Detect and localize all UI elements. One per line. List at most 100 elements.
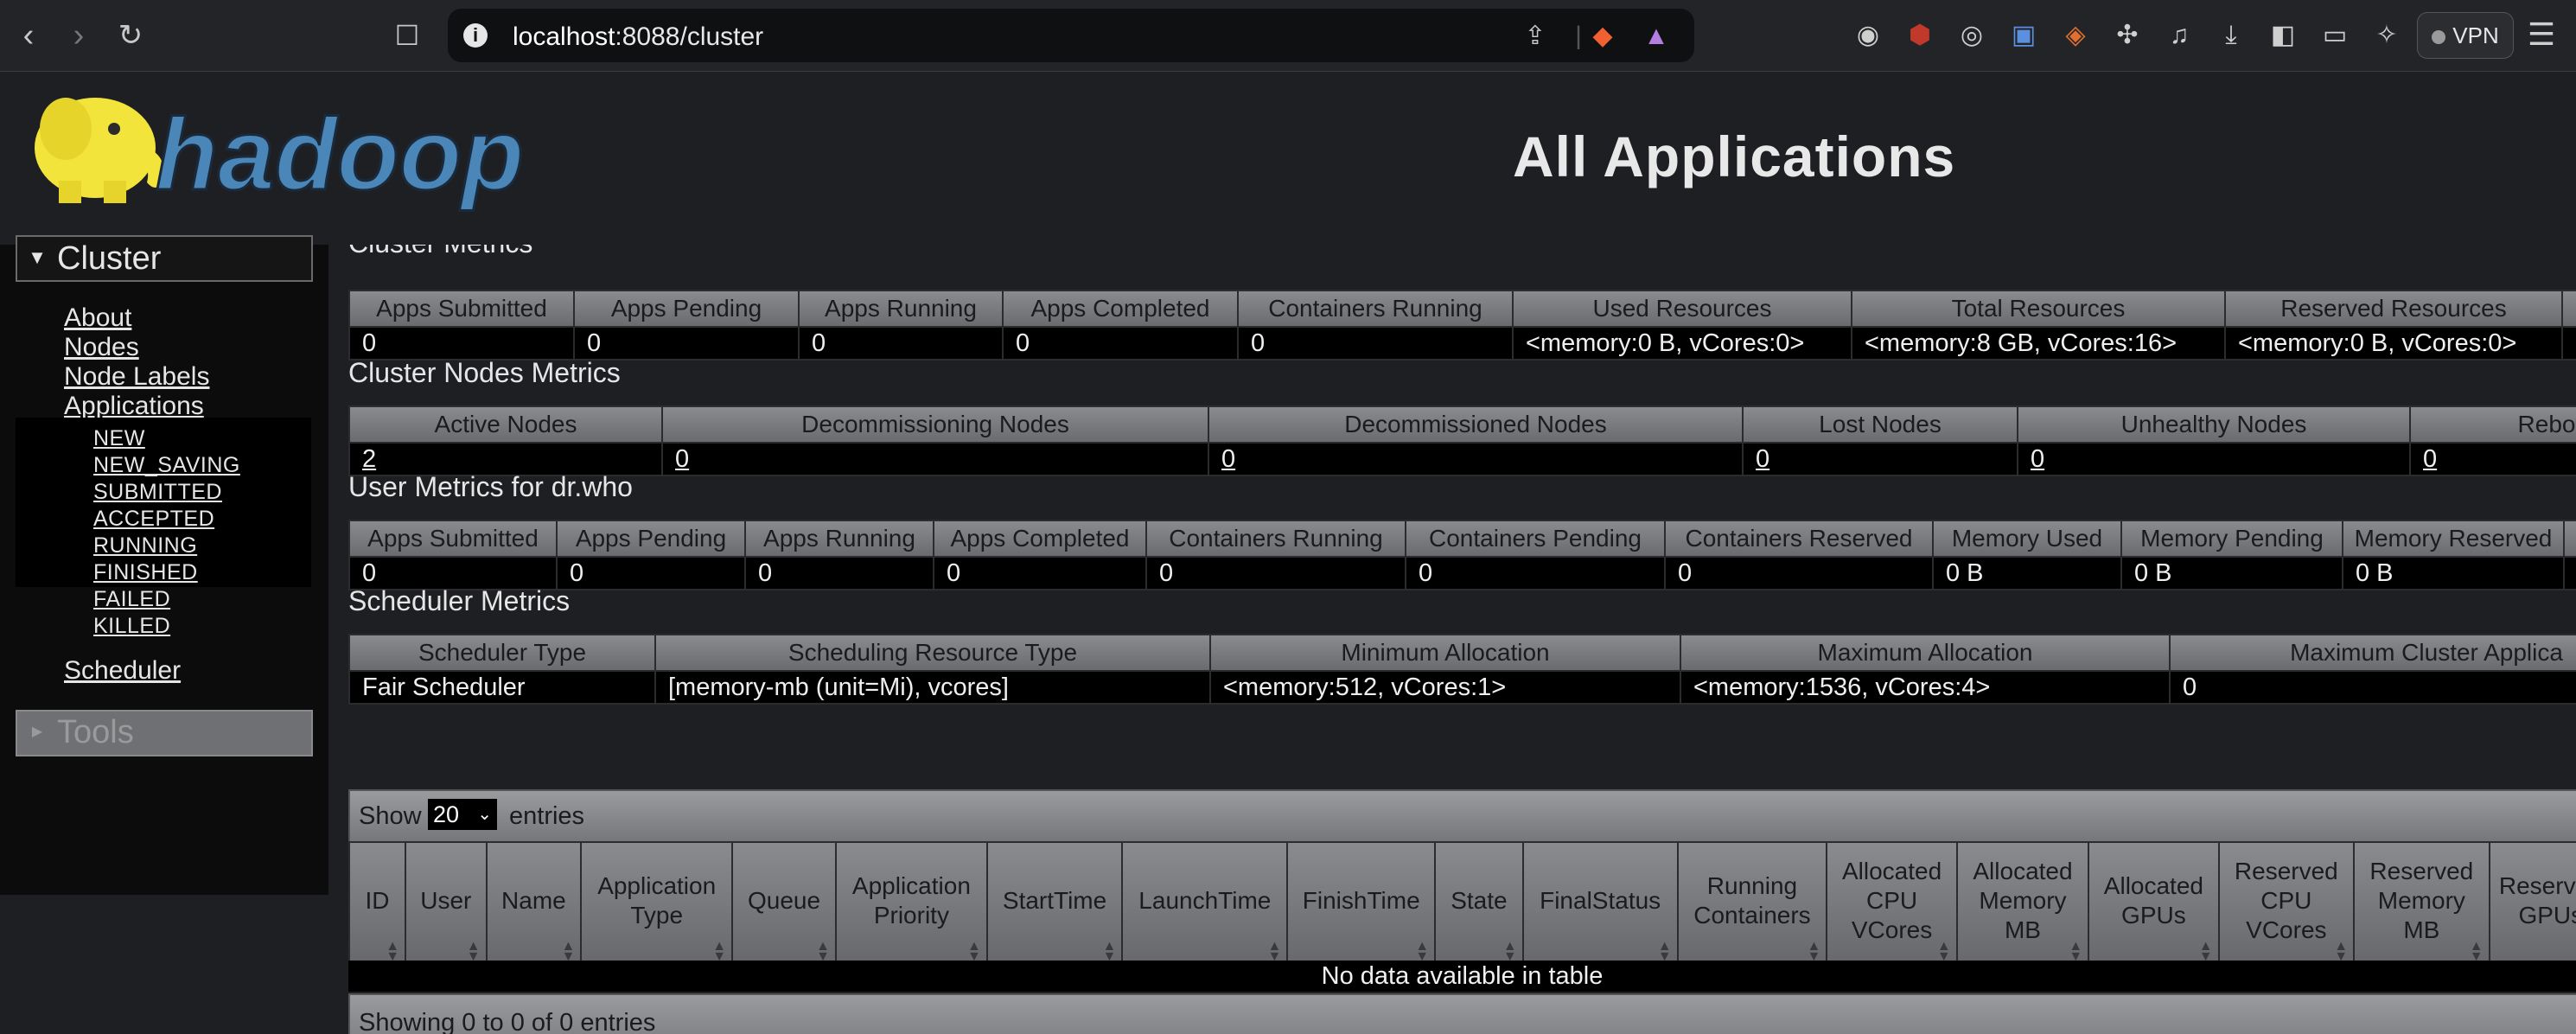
empty-table-message: No data available in table bbox=[348, 961, 2576, 992]
download-icon[interactable]: ⤓ bbox=[2215, 19, 2248, 52]
col-header-reserved-memory-mb[interactable]: Reserved Memory MB ▲ ▼ bbox=[2353, 841, 2490, 973]
col-header-name[interactable]: Name ▲ ▼ bbox=[485, 841, 583, 973]
col-header-application-type[interactable]: Application Type ▲ ▼ bbox=[580, 841, 734, 973]
music-icon[interactable]: ♫ bbox=[2163, 19, 2196, 52]
col-header-queue[interactable]: Queue ▲ ▼ bbox=[731, 841, 837, 973]
decommissioning-nodes-link[interactable]: 0 bbox=[661, 442, 1209, 476]
sort-icon: ▲ ▼ bbox=[561, 939, 576, 964]
reload-icon[interactable]: ↻ bbox=[109, 14, 152, 57]
back-icon[interactable]: ‹ bbox=[7, 14, 50, 57]
col-header-application-priority[interactable]: Application Priority ▲ ▼ bbox=[835, 841, 988, 973]
svg-text:hadoop: hadoop bbox=[156, 98, 524, 212]
wallet-icon[interactable]: ▭ bbox=[2318, 19, 2351, 52]
metric-value: <memory:512, vCores:1> bbox=[1209, 670, 1681, 705]
spy-icon[interactable]: ◎ bbox=[1955, 19, 1988, 52]
share-icon[interactable]: ⇪ bbox=[1520, 21, 1551, 52]
col-header-starttime[interactable]: StartTime ▲ ▼ bbox=[985, 841, 1124, 973]
metric-value: 0 bbox=[1664, 556, 1934, 590]
state-link-submitted[interactable]: SUBMITTED bbox=[93, 480, 222, 505]
col-header-running-containers[interactable]: Running Containers ▲ ▼ bbox=[1676, 841, 1828, 973]
save-icon[interactable]: ▣ bbox=[2007, 19, 2040, 52]
puzzle-icon[interactable]: ✣ bbox=[2111, 19, 2144, 52]
nav-link-scheduler[interactable]: Scheduler bbox=[64, 656, 181, 686]
col-header-id[interactable]: ID ▲ ▼ bbox=[348, 841, 407, 973]
cluster-section-header[interactable]: ▼ Cluster bbox=[16, 235, 313, 282]
state-link-running[interactable]: RUNNING bbox=[93, 533, 197, 558]
col-header-user[interactable]: User ▲ ▼ bbox=[405, 841, 488, 973]
decommissioned-nodes-link[interactable]: 0 bbox=[1208, 442, 1744, 476]
nav-link-applications[interactable]: Applications bbox=[64, 392, 204, 421]
metric-value: 74 bbox=[2561, 326, 2576, 361]
metric-value: 0 bbox=[1145, 556, 1406, 590]
state-link-killed[interactable]: KILLED bbox=[93, 614, 170, 639]
col-header-allocated-gpus[interactable]: Allocated GPUs ▲ ▼ bbox=[2088, 841, 2220, 973]
brave-rewards-icon[interactable]: ▲ bbox=[1641, 21, 1672, 52]
sort-icon: ▲ ▼ bbox=[1807, 939, 1821, 964]
col-header: Memory Pending bbox=[2120, 520, 2343, 558]
col-header: Total Resources bbox=[1851, 290, 2226, 328]
menu-icon[interactable]: ☰ bbox=[2524, 17, 2559, 52]
state-link-accepted[interactable]: ACCEPTED bbox=[93, 507, 214, 532]
site-info-icon[interactable]: i bbox=[463, 23, 488, 48]
page: hadoop All Applications ▼ Cluster About N… bbox=[0, 72, 2576, 1034]
bookmark-icon[interactable]: ☐ bbox=[386, 14, 429, 57]
nav-link-node-labels[interactable]: Node Labels bbox=[64, 362, 209, 392]
state-link-new-saving[interactable]: NEW_SAVING bbox=[93, 453, 240, 478]
col-header-finalstatus[interactable]: FinalStatus ▲ ▼ bbox=[1521, 841, 1679, 973]
unhealthy-nodes-link[interactable]: 0 bbox=[2017, 442, 2411, 476]
col-header: Apps Submitted bbox=[348, 290, 575, 328]
col-header: Apps Completed bbox=[933, 520, 1147, 558]
col-header-state[interactable]: State ▲ ▼ bbox=[1434, 841, 1524, 973]
nav-link-nodes[interactable]: Nodes bbox=[64, 333, 139, 362]
metric-value: 0 bbox=[1237, 326, 1514, 361]
nav-link-about[interactable]: About bbox=[64, 303, 131, 333]
state-link-failed[interactable]: FAILED bbox=[93, 587, 170, 612]
layers-icon[interactable]: ◈ bbox=[2059, 19, 2092, 52]
col-header-finishtime[interactable]: FinishTime ▲ ▼ bbox=[1286, 841, 1437, 973]
state-link-finished[interactable]: FINISHED bbox=[93, 560, 198, 585]
col-header: Memory Reserved bbox=[2342, 520, 2565, 558]
col-header: Apps Submitted bbox=[348, 520, 558, 558]
col-header: Rebo bbox=[2409, 405, 2576, 444]
page-title: All Applications bbox=[1513, 124, 1956, 188]
col-header: Decommissioned Nodes bbox=[1208, 405, 1744, 444]
metric-value bbox=[2563, 556, 2576, 590]
user-metrics-title: User Metrics for dr.who bbox=[348, 471, 633, 502]
left-nav: ▼ Cluster About Nodes Node Labels Applica… bbox=[0, 235, 328, 895]
col-header-reserved-cpu-vcores[interactable]: Reserved CPU VCores ▲ ▼ bbox=[2217, 841, 2356, 973]
metric-value: 0 bbox=[1002, 326, 1239, 361]
sort-icon: ▲ ▼ bbox=[2469, 939, 2484, 964]
rebooted-nodes-link[interactable]: 0 bbox=[2409, 442, 2576, 476]
sidebar-icon[interactable]: ◧ bbox=[2267, 19, 2299, 52]
col-header-reserved-gpus[interactable]: Reserved GPUs▲▼ bbox=[2488, 841, 2576, 973]
extension-s-icon[interactable]: ◉ bbox=[1852, 19, 1884, 52]
metric-value: <memory:8 GB, vCores:16> bbox=[1851, 326, 2226, 361]
col-header-allocated-memory-mb[interactable]: Allocated Memory MB ▲ ▼ bbox=[1955, 841, 2090, 973]
url-text[interactable]: localhost:8088/cluster bbox=[513, 22, 763, 52]
hadoop-logo[interactable]: hadoop bbox=[17, 87, 536, 217]
metric-value: <memory:1536, vCores:4> bbox=[1680, 670, 2171, 705]
sort-icon: ▲ ▼ bbox=[1936, 939, 1951, 964]
ublock-icon[interactable]: ⬢ bbox=[1903, 19, 1936, 52]
state-link-new[interactable]: NEW bbox=[93, 426, 145, 451]
metric-value: 0 B bbox=[1932, 556, 2122, 590]
user-metrics-table: Apps Submitted Apps Pending Apps Running… bbox=[348, 520, 2576, 590]
lost-nodes-link[interactable]: 0 bbox=[1742, 442, 2018, 476]
scheduler-metrics-title: Scheduler Metrics bbox=[348, 585, 571, 616]
metric-value: 0 B bbox=[2120, 556, 2343, 590]
table-length-bar: Show 20 ⌄ entries bbox=[348, 789, 2576, 843]
vpn-button[interactable]: VPN bbox=[2417, 12, 2514, 59]
col-header-launchtime[interactable]: LaunchTime ▲ ▼ bbox=[1121, 841, 1289, 973]
tools-section-header[interactable]: ▶ Tools bbox=[16, 710, 313, 756]
forward-icon[interactable]: › bbox=[57, 14, 100, 57]
sort-icon: ▲ ▼ bbox=[1502, 939, 1517, 964]
sort-icon: ▲ ▼ bbox=[1267, 939, 1282, 964]
leo-ai-icon[interactable]: ✧ bbox=[2370, 19, 2403, 52]
brave-shield-icon[interactable]: ◆ bbox=[1587, 21, 1618, 52]
metric-value: <memory:0 B, vCores:0> bbox=[2224, 326, 2563, 361]
address-bar[interactable]: i localhost:8088/cluster ⇪ | ◆ ▲ bbox=[448, 9, 1694, 62]
sort-icon: ▲ ▼ bbox=[816, 939, 830, 964]
col-header-allocated-cpu-vcores[interactable]: Allocated CPU VCores ▲ ▼ bbox=[1826, 841, 1958, 973]
col-header: Memory Used bbox=[1932, 520, 2122, 558]
entries-per-page-select[interactable]: 20 ⌄ bbox=[428, 799, 497, 830]
